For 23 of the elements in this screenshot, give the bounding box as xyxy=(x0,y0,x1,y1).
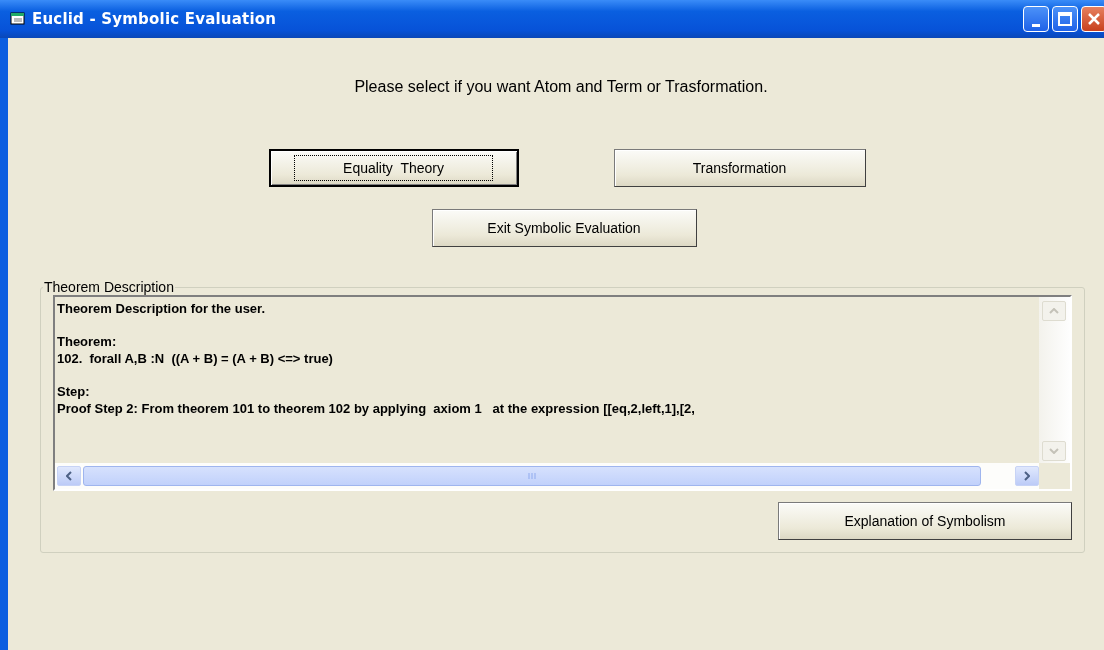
close-icon xyxy=(1087,12,1101,26)
description-line: Theorem: xyxy=(57,333,118,350)
transformation-button[interactable]: Transformation xyxy=(613,149,866,187)
group-title: Theorem Description xyxy=(43,279,175,295)
explanation-button[interactable]: Explanation of Symbolism xyxy=(778,502,1072,540)
description-line: Theorem Description for the user. xyxy=(57,300,267,317)
description-line: Step: xyxy=(57,383,91,400)
minimize-icon xyxy=(1032,23,1040,27)
horizontal-scrollbar[interactable] xyxy=(55,463,1039,489)
description-line: 102. forall A,B :N ((A + B) = (A + B) <=> true) xyxy=(57,350,334,367)
instruction-text: Please select if you want Atom and Term or Trasformation. xyxy=(353,78,768,96)
equality-theory-button[interactable]: Equality Theory xyxy=(268,149,519,187)
description-text-area[interactable]: Theorem Description for the user. Theorem: 102. forall A,B :N ((A + B) = (A + B) <=> true) Step: Proof Step 2: From theorem 101 to theorem 102 by applying axiom 1 at the expression [[eq,2,left,1],[2, xyxy=(53,295,1072,491)
grip-icon xyxy=(527,473,537,479)
description-line: Proof Step 2: From theorem 101 to theorem 102 by applying axiom 1 at the expression [[eq,2,left,1],[2, xyxy=(57,400,696,417)
app-icon xyxy=(10,12,26,26)
maximize-button[interactable] xyxy=(1052,6,1078,32)
maximize-icon xyxy=(1058,12,1072,26)
close-button[interactable] xyxy=(1081,6,1104,32)
vertical-scrollbar[interactable] xyxy=(1039,297,1070,463)
exit-button[interactable]: Exit Symbolic Evaluation xyxy=(431,209,697,247)
window-title: Euclid - Symbolic Evaluation xyxy=(32,10,278,28)
minimize-button[interactable] xyxy=(1023,6,1049,32)
